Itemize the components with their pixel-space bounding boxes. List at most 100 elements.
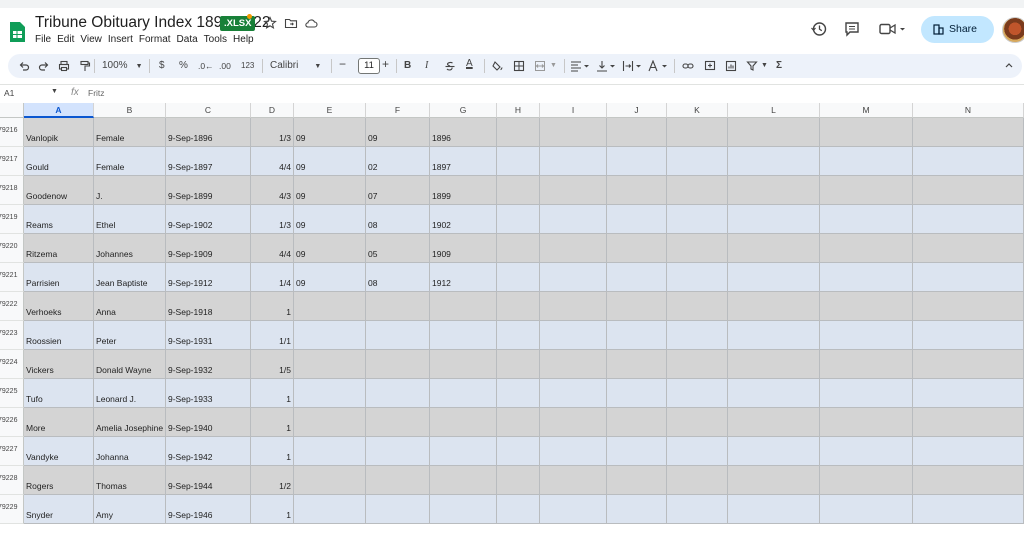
cell-e[interactable]: 09 [294, 118, 366, 147]
cell-d[interactable]: 4/3 [251, 176, 294, 205]
cell-n[interactable] [913, 263, 1024, 292]
cell-k[interactable] [667, 350, 728, 379]
cell-a[interactable]: Vandyke [24, 437, 94, 466]
text-wrapping-icon[interactable] [622, 60, 642, 72]
cell-m[interactable] [820, 379, 913, 408]
cell-l[interactable] [728, 234, 820, 263]
cell-g[interactable]: 1912 [430, 263, 497, 292]
row-header[interactable]: 79229 [0, 495, 24, 524]
cell-j[interactable] [607, 437, 667, 466]
cell-h[interactable] [497, 176, 540, 205]
menu-data[interactable]: Data [177, 34, 198, 45]
fill-color-icon[interactable] [492, 60, 504, 72]
cell-f[interactable]: 08 [366, 205, 430, 234]
formula-input[interactable]: Fritz [88, 88, 105, 98]
cell-h[interactable] [497, 408, 540, 437]
cell-l[interactable] [728, 118, 820, 147]
cell-j[interactable] [607, 466, 667, 495]
font-size-input[interactable]: 11 [358, 58, 380, 74]
cell-c[interactable]: 9-Sep-1912 [166, 263, 251, 292]
cell-k[interactable] [667, 118, 728, 147]
cell-a[interactable]: Verhoeks [24, 292, 94, 321]
row-header[interactable]: 79218 [0, 176, 24, 205]
cell-i[interactable] [540, 176, 607, 205]
cell-k[interactable] [667, 263, 728, 292]
cell-m[interactable] [820, 466, 913, 495]
horizontal-align-icon[interactable] [570, 60, 590, 72]
row-header[interactable]: 79220 [0, 234, 24, 263]
font-select[interactable]: Calibri ▼ [270, 60, 321, 73]
cell-k[interactable] [667, 495, 728, 524]
cell-e[interactable] [294, 408, 366, 437]
cell-h[interactable] [497, 263, 540, 292]
cell-d[interactable]: 1 [251, 495, 294, 524]
cell-m[interactable] [820, 205, 913, 234]
cell-a[interactable]: Ritzema [24, 234, 94, 263]
column-header-k[interactable]: K [667, 103, 728, 118]
row-header[interactable]: 79224 [0, 350, 24, 379]
cell-h[interactable] [497, 147, 540, 176]
cell-e[interactable]: 09 [294, 263, 366, 292]
row-header[interactable]: 79219 [0, 205, 24, 234]
cell-b[interactable]: Johanna [94, 437, 166, 466]
cell-l[interactable] [728, 147, 820, 176]
comments-icon[interactable] [843, 20, 861, 38]
menu-edit[interactable]: Edit [57, 34, 74, 45]
cell-l[interactable] [728, 176, 820, 205]
row-header[interactable]: 79226 [0, 408, 24, 437]
increase-decimal-button[interactable]: .00 [219, 60, 231, 72]
cell-c[interactable]: 9-Sep-1896 [166, 118, 251, 147]
cell-k[interactable] [667, 292, 728, 321]
menu-insert[interactable]: Insert [108, 34, 133, 45]
column-header-c[interactable]: C [166, 103, 251, 118]
star-icon[interactable] [263, 16, 277, 30]
cell-d[interactable]: 1 [251, 379, 294, 408]
row-header[interactable]: 79227 [0, 437, 24, 466]
cell-a[interactable]: Roossien [24, 321, 94, 350]
cell-b[interactable]: Peter [94, 321, 166, 350]
cell-h[interactable] [497, 205, 540, 234]
cell-j[interactable] [607, 495, 667, 524]
cell-b[interactable]: Leonard J. [94, 379, 166, 408]
cell-b[interactable]: Amy [94, 495, 166, 524]
cell-l[interactable] [728, 495, 820, 524]
cell-j[interactable] [607, 379, 667, 408]
cell-h[interactable] [497, 350, 540, 379]
cell-g[interactable]: 1896 [430, 118, 497, 147]
cell-i[interactable] [540, 495, 607, 524]
cell-b[interactable]: Donald Wayne [94, 350, 166, 379]
cell-b[interactable]: Female [94, 118, 166, 147]
cell-a[interactable]: Gould [24, 147, 94, 176]
cell-n[interactable] [913, 176, 1024, 205]
cell-f[interactable]: 08 [366, 263, 430, 292]
cell-d[interactable]: 1/3 [251, 205, 294, 234]
cell-e[interactable]: 09 [294, 147, 366, 176]
cell-c[interactable]: 9-Sep-1897 [166, 147, 251, 176]
row-header[interactable]: 79228 [0, 466, 24, 495]
insert-link-icon[interactable] [682, 60, 694, 72]
cell-l[interactable] [728, 379, 820, 408]
cell-k[interactable] [667, 437, 728, 466]
undo-icon[interactable] [18, 60, 30, 72]
cell-k[interactable] [667, 205, 728, 234]
cell-i[interactable] [540, 466, 607, 495]
text-color-button[interactable]: A [466, 58, 473, 70]
cell-e[interactable]: 09 [294, 205, 366, 234]
zoom-select[interactable]: 100% ▼ [102, 60, 143, 73]
menu-help[interactable]: Help [233, 34, 254, 45]
cell-g[interactable] [430, 408, 497, 437]
row-header[interactable]: 79223 [0, 321, 24, 350]
cell-e[interactable] [294, 495, 366, 524]
cell-b[interactable]: J. [94, 176, 166, 205]
cell-i[interactable] [540, 408, 607, 437]
cell-d[interactable]: 1 [251, 408, 294, 437]
cell-d[interactable]: 1/1 [251, 321, 294, 350]
filter-icon[interactable] [746, 60, 758, 72]
cell-k[interactable] [667, 408, 728, 437]
cell-e[interactable] [294, 379, 366, 408]
percent-format-button[interactable]: % [179, 60, 188, 72]
decrease-font-size-icon[interactable]: − [339, 58, 346, 70]
merge-chevron-down-icon[interactable]: ▼ [550, 60, 557, 72]
cell-a[interactable]: More [24, 408, 94, 437]
cell-k[interactable] [667, 466, 728, 495]
